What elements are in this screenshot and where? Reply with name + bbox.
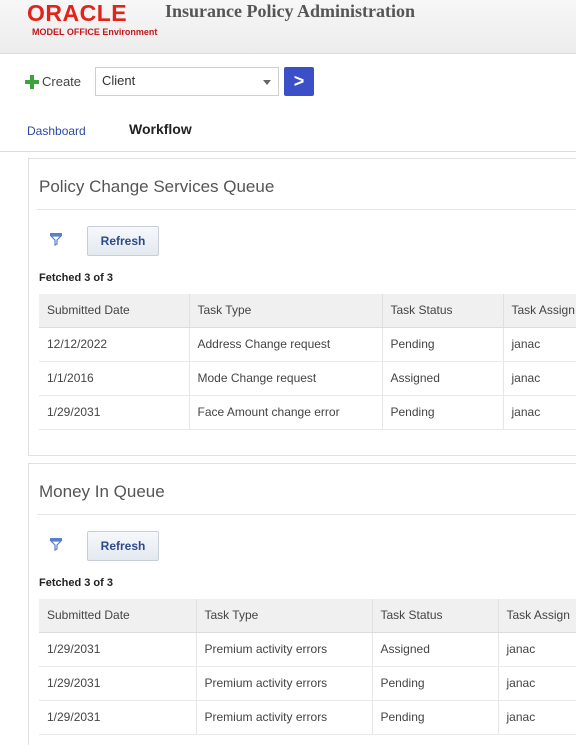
- refresh-button[interactable]: Refresh: [87, 531, 159, 561]
- create-button[interactable]: Create: [25, 74, 81, 89]
- column-header[interactable]: Submitted Date: [39, 294, 190, 328]
- table-row[interactable]: 1/29/2031 Face Amount change error Pendi…: [39, 395, 576, 430]
- cell-task-status: Assigned: [372, 632, 499, 667]
- cell-submitted-date: 1/29/2031: [39, 700, 197, 735]
- cell-task-type: Mode Change request: [189, 361, 383, 396]
- cell-task-type: Premium activity errors: [196, 700, 373, 735]
- money-in-queue-panel: Money In Queue Refresh Fetched 3 of 3 Su…: [28, 463, 576, 745]
- cell-submitted-date: 1/29/2031: [39, 395, 190, 430]
- cell-task-assignee: janac: [498, 666, 576, 701]
- column-header[interactable]: Task Type: [189, 294, 383, 328]
- column-header[interactable]: Submitted Date: [39, 599, 197, 633]
- chevron-down-icon: [263, 80, 271, 85]
- divider: [37, 209, 576, 210]
- cell-task-status: Pending: [382, 395, 504, 430]
- cell-task-type: Face Amount change error: [189, 395, 383, 430]
- oracle-logo: ORACLE: [27, 0, 128, 26]
- column-header[interactable]: Task Status: [382, 294, 504, 328]
- column-header[interactable]: Task Assign: [498, 599, 576, 633]
- column-header[interactable]: Task Assign: [503, 294, 576, 328]
- plus-icon: [25, 74, 39, 89]
- table-row[interactable]: 1/29/2031 Premium activity errors Pendin…: [39, 666, 576, 701]
- column-header[interactable]: Task Type: [196, 599, 373, 633]
- cell-task-assignee: janac: [503, 327, 576, 362]
- cell-task-type: Premium activity errors: [196, 632, 373, 667]
- table-row[interactable]: 1/1/2016 Mode Change request Assigned ja…: [39, 361, 576, 396]
- fetched-count: Fetched 3 of 3: [39, 272, 113, 284]
- cell-task-assignee: janac: [503, 361, 576, 396]
- filter-icon[interactable]: [49, 232, 63, 246]
- fetched-count: Fetched 3 of 3: [39, 577, 113, 589]
- cell-submitted-date: 1/29/2031: [39, 632, 197, 667]
- create-label: Create: [42, 74, 82, 89]
- cell-task-status: Pending: [372, 700, 499, 735]
- tab-dashboard[interactable]: Dashboard: [27, 124, 86, 138]
- task-table: Submitted Date Task Type Task Status Tas…: [39, 599, 576, 735]
- tab-workflow[interactable]: Workflow: [129, 121, 192, 137]
- go-button[interactable]: >: [284, 67, 314, 96]
- cell-task-assignee: janac: [498, 700, 576, 735]
- app-header: ORACLE Insurance Policy Administration M…: [0, 0, 576, 54]
- cell-task-type: Premium activity errors: [196, 666, 373, 701]
- toolbar: Create Client >: [0, 64, 576, 100]
- filter-icon[interactable]: [49, 537, 63, 551]
- tab-bar: Dashboard Workflow: [0, 118, 576, 152]
- cell-submitted-date: 1/1/2016: [39, 361, 190, 396]
- client-select-value: Client: [102, 73, 136, 88]
- policy-change-queue-panel: Policy Change Services Queue Refresh Fet…: [28, 158, 576, 456]
- table-header-row: Submitted Date Task Type Task Status Tas…: [39, 599, 576, 633]
- environment-label: MODEL OFFICE Environment: [32, 27, 158, 37]
- cell-submitted-date: 12/12/2022: [39, 327, 190, 362]
- table-row[interactable]: 12/12/2022 Address Change request Pendin…: [39, 327, 576, 362]
- client-type-select[interactable]: Client: [95, 67, 279, 96]
- task-table: Submitted Date Task Type Task Status Tas…: [39, 294, 576, 430]
- cell-task-assignee: janac: [498, 632, 576, 667]
- chevron-right-icon: >: [293, 71, 305, 91]
- column-header[interactable]: Task Status: [372, 599, 499, 633]
- table-row[interactable]: 1/29/2031 Premium activity errors Assign…: [39, 632, 576, 667]
- panel-title: Policy Change Services Queue: [39, 177, 275, 196]
- app-title: Insurance Policy Administration: [165, 1, 416, 21]
- cell-task-status: Pending: [382, 327, 504, 362]
- cell-task-status: Assigned: [382, 361, 504, 396]
- refresh-button[interactable]: Refresh: [87, 226, 159, 256]
- divider: [37, 514, 576, 515]
- panel-title: Money In Queue: [39, 482, 165, 501]
- table-header-row: Submitted Date Task Type Task Status Tas…: [39, 294, 576, 328]
- cell-submitted-date: 1/29/2031: [39, 666, 197, 701]
- cell-task-assignee: janac: [503, 395, 576, 430]
- table-row[interactable]: 1/29/2031 Premium activity errors Pendin…: [39, 700, 576, 735]
- cell-task-type: Address Change request: [189, 327, 383, 362]
- cell-task-status: Pending: [372, 666, 499, 701]
